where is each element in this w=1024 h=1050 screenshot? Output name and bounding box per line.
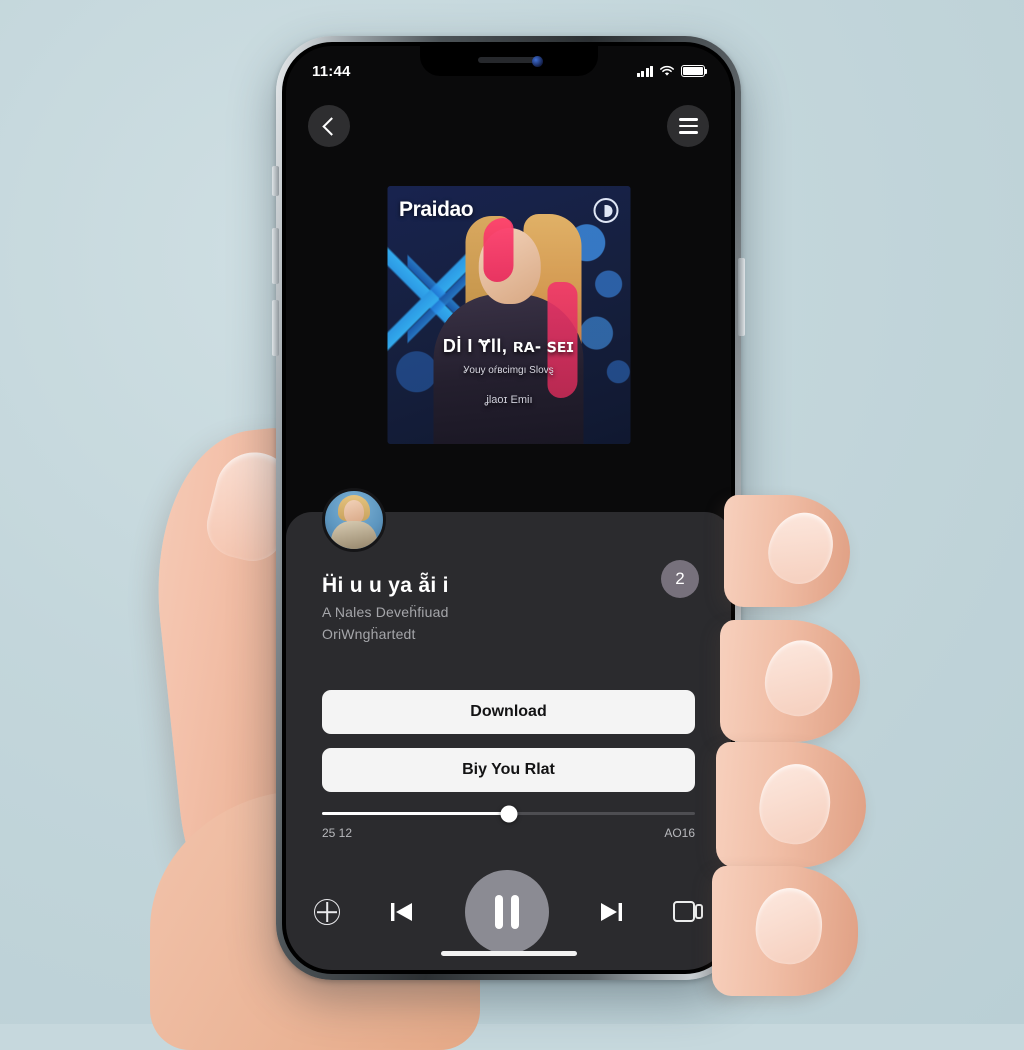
thumbnail-overlay-text: Dİ I Ɏll, ʀᴀ- ꜱᴇɪ Ỿouy oŕʙcimgı Slovȿ ʝl…	[387, 336, 630, 406]
avatar-body	[331, 521, 377, 549]
total-time: AO16	[664, 826, 695, 840]
phone-screen: 11:44 Praidao Dİ I Ɏll, ʀᴀ- ꜱᴇɪ Ỿouy oŕʙ…	[286, 46, 731, 970]
elapsed-time: 25 12	[322, 826, 353, 840]
top-navigation-bar	[286, 98, 731, 154]
progress-thumb[interactable]	[500, 805, 517, 822]
chevron-left-icon	[321, 116, 341, 136]
mute-switch[interactable]	[272, 166, 279, 196]
media-metadata: Ḧi u u ya ẵi i A Ṇales Deveḧfiuad OriWng…	[322, 574, 641, 642]
thumbnail-overlay-subtitle: Ỿouy oŕʙcimgı Slovȿ	[463, 365, 554, 376]
avatar[interactable]	[322, 488, 386, 552]
back-button[interactable]	[308, 105, 350, 147]
subtitle-line-2: OriWngḧarted‎t	[322, 626, 416, 642]
performer-hair-highlight-left	[483, 218, 513, 282]
pause-icon-bar-right	[510, 895, 519, 929]
progress-area: 25 12 AO16	[322, 805, 695, 840]
thumbnail-overlay-title: Dİ I Ɏll, ʀᴀ- ꜱᴇɪ	[442, 336, 575, 356]
wifi-icon	[660, 65, 674, 76]
volume-down-button[interactable]	[272, 300, 279, 356]
thumbnail-logo: Praidao	[399, 198, 474, 221]
download-button[interactable]: Download	[322, 690, 695, 734]
count-badge[interactable]: 2	[661, 560, 699, 598]
cast-screen-icon	[673, 900, 703, 924]
media-info-card: 2 Ḧi u u ya ẵi i A Ṇales Deveḧfiuad OriW…	[286, 488, 731, 970]
skip-previous-icon	[391, 903, 413, 921]
cast-button[interactable]	[673, 900, 703, 924]
secondary-action-button[interactable]: Biy You Rlat	[322, 748, 695, 792]
status-icons	[636, 59, 708, 77]
progress-circle-icon	[593, 198, 618, 223]
play-pause-button[interactable]	[464, 870, 549, 954]
action-buttons: Download Biy You Rlat	[322, 690, 695, 806]
progress-fill	[322, 812, 509, 815]
pause-icon-bar-left	[494, 895, 503, 929]
repeat-button[interactable]	[314, 899, 340, 925]
repeat-icon	[314, 899, 340, 925]
battery-full-icon	[681, 65, 708, 77]
menu-button[interactable]	[667, 105, 709, 147]
previous-button[interactable]	[387, 898, 417, 926]
power-button[interactable]	[738, 258, 745, 336]
time-labels: 25 12 AO16	[322, 826, 695, 840]
skip-next-icon	[600, 903, 622, 921]
subtitle-line-1: A Ṇales Deveḧfiuad	[322, 604, 449, 620]
page-title: Ḧi u u ya ẵi i	[322, 574, 449, 597]
video-thumbnail[interactable]: Praidao Dİ I Ɏll, ʀᴀ- ꜱᴇɪ Ỿouy oŕʙcimgı …	[387, 186, 630, 444]
cellular-signal-icon	[636, 65, 653, 77]
phone-device: 11:44 Praidao Dİ I Ɏll, ʀᴀ- ꜱᴇɪ Ỿouy oŕʙ…	[276, 36, 741, 980]
next-button[interactable]	[596, 898, 626, 926]
status-clock: 11:44	[312, 62, 351, 80]
progress-slider[interactable]	[322, 805, 695, 822]
home-indicator[interactable]	[440, 951, 577, 956]
thumbnail-overlay-footer: ʝlaoɪ Emiı	[484, 394, 533, 406]
hamburger-menu-icon	[678, 118, 698, 134]
phone-bezel: 11:44 Praidao Dİ I Ɏll, ʀᴀ- ꜱᴇɪ Ỿouy oŕʙ…	[282, 42, 735, 974]
playback-controls	[314, 870, 703, 954]
volume-up-button[interactable]	[272, 228, 279, 284]
status-bar: 11:44	[286, 46, 731, 90]
